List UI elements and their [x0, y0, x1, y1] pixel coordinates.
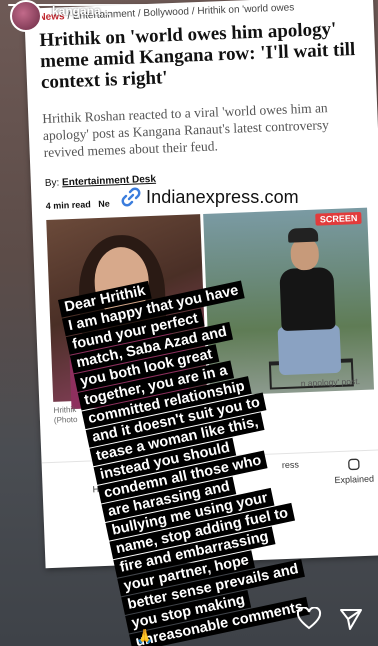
link-icon: [121, 187, 141, 207]
article-subheadline: Hrithik Roshan reacted to a viral 'world…: [42, 100, 330, 161]
heart-icon[interactable]: [296, 607, 322, 631]
story-view: kangana... News / Entertainment / Bollyw…: [0, 0, 378, 646]
link-sticker[interactable]: Indianexpress.com: [118, 185, 318, 209]
emoji-sticker: 🙏: [136, 628, 154, 644]
screen-tag: SCREEN: [315, 211, 362, 226]
meta-extra: Ne: [98, 198, 110, 209]
story-header: kangana...: [0, 0, 378, 32]
read-time: 4 min read: [45, 199, 91, 212]
send-icon[interactable]: [338, 606, 364, 632]
avatar[interactable]: [10, 0, 42, 32]
photo-cap: [287, 227, 319, 243]
link-sticker-label: Indianexpress.com: [146, 186, 299, 207]
byline-prefix: By:: [44, 177, 60, 190]
story-text-overlay: Dear Hrithik I am happy that you have foun…: [58, 243, 378, 646]
story-username[interactable]: kangana...: [52, 4, 111, 18]
overlay-lines: Dear Hrithik I am happy that you have foun…: [58, 243, 378, 646]
photo-caption-left: Hrithik (Photo: [53, 405, 77, 426]
article-headline: Hrithik on 'world owes him apology' meme…: [38, 18, 356, 94]
caption-line: (Photo: [53, 414, 78, 425]
more-options-icon[interactable]: [358, 2, 364, 20]
article-meta: 4 min read Ne: [46, 199, 110, 211]
